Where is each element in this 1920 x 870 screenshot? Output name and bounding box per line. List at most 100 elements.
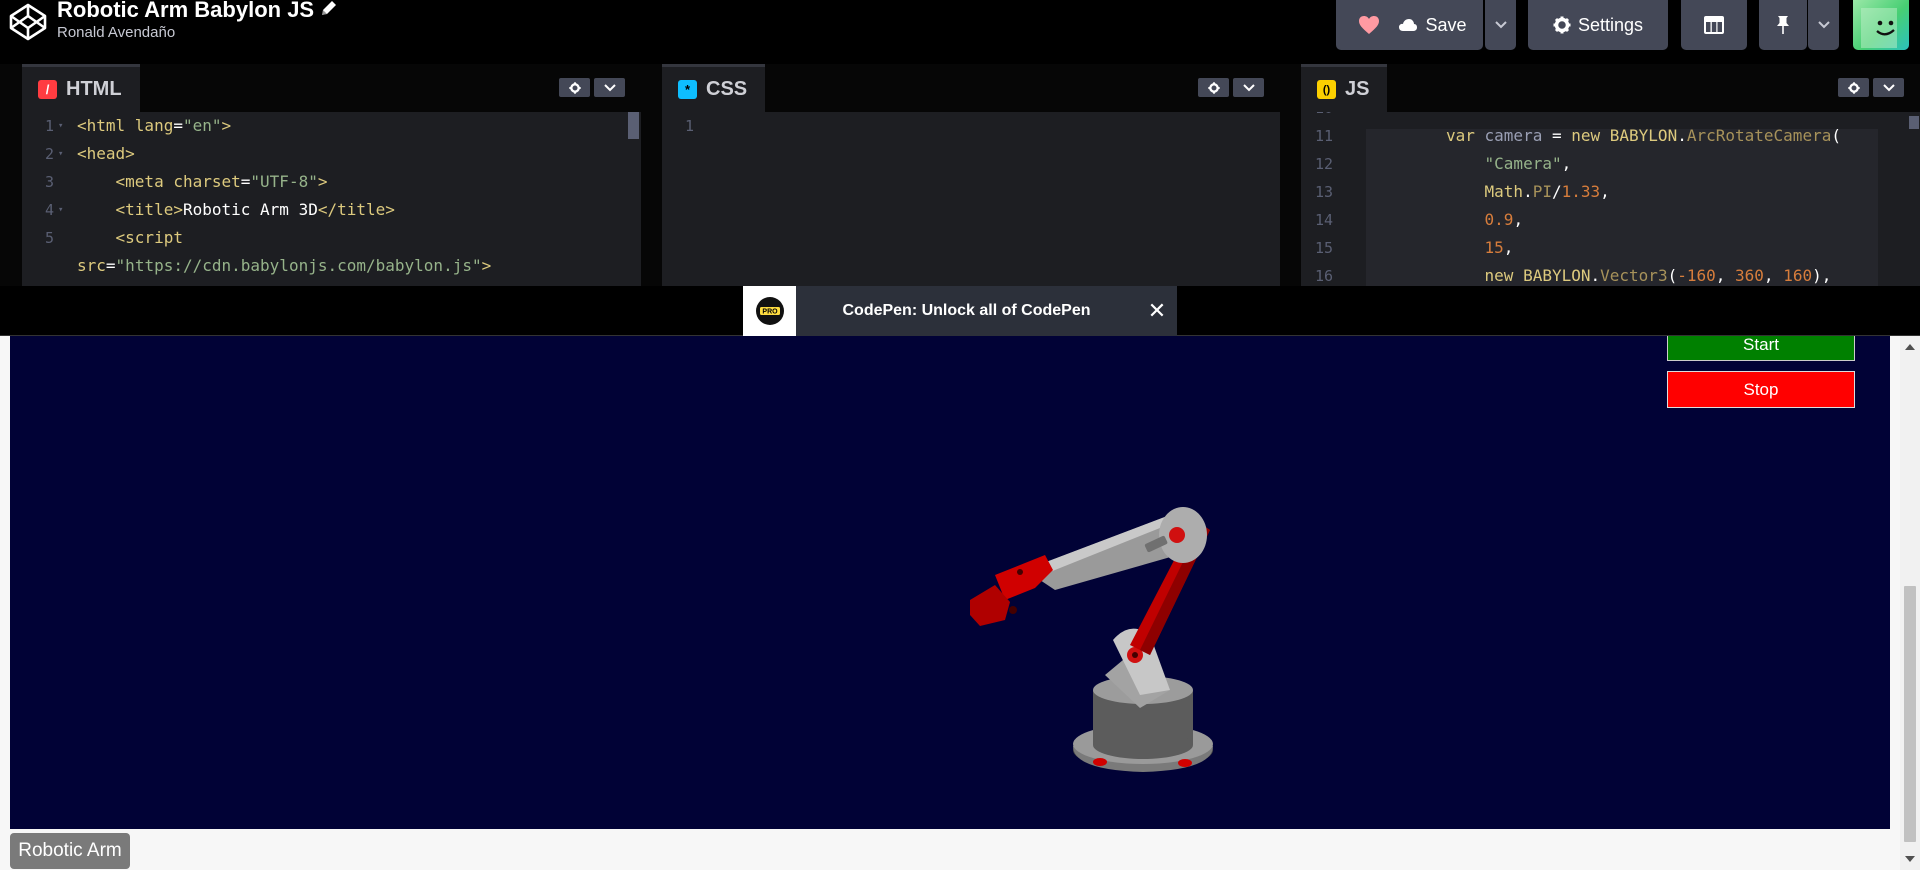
css-editor-controls bbox=[1198, 78, 1264, 97]
heart-icon bbox=[1359, 16, 1379, 34]
js-editor-controls bbox=[1838, 78, 1904, 97]
line-number: 11 bbox=[1314, 127, 1333, 145]
code-line[interactable]: 13 Math.PI/1.33, bbox=[1301, 178, 1920, 206]
code-text: <head> bbox=[77, 144, 135, 163]
pro-promo-banner[interactable]: PRO CodePen: Unlock all of CodePen ✕ bbox=[743, 286, 1177, 336]
line-number: 12 bbox=[1314, 155, 1333, 173]
save-options-dropdown[interactable] bbox=[1485, 0, 1516, 50]
code-text: Math.PI/1.33, bbox=[1484, 182, 1610, 201]
code-line[interactable]: 4 ▾ <title>Robotic Arm 3D</title> bbox=[22, 196, 641, 224]
pro-badge: PRO bbox=[743, 286, 796, 336]
result-scrollbar[interactable] bbox=[1900, 336, 1920, 870]
line-number: 16 bbox=[1314, 267, 1333, 285]
save-button-label: Save bbox=[1425, 14, 1467, 35]
line-number: 14 bbox=[1314, 211, 1333, 229]
pen-author[interactable]: Ronald Avendaño bbox=[57, 24, 338, 42]
code-text: <title>Robotic Arm 3D</title> bbox=[115, 200, 395, 219]
pin-icon bbox=[1777, 16, 1789, 34]
editors-panel: / HTML 1 ▾ <html lang="en"> 2 ▾ <head> 3 <meta… bbox=[0, 64, 1920, 286]
css-code-area[interactable]: 1 bbox=[662, 112, 1280, 286]
html-scrollbar-thumb[interactable] bbox=[628, 112, 639, 139]
pen-title[interactable]: Robotic Arm Babylon JS bbox=[57, 0, 314, 24]
code-line[interactable]: 1 bbox=[662, 112, 1280, 140]
css-collapse-button[interactable] bbox=[1233, 78, 1264, 97]
robotic-arm-model bbox=[970, 507, 1213, 772]
gear-icon bbox=[1207, 81, 1220, 94]
header: Robotic Arm Babylon JS Ronald Avendaño S… bbox=[0, 0, 1920, 64]
avatar-face-icon bbox=[1861, 8, 1897, 48]
tab-css[interactable]: * CSS bbox=[662, 64, 766, 112]
html-code-area[interactable]: 1 ▾ <html lang="en"> 2 ▾ <head> 3 <meta charse… bbox=[22, 112, 641, 286]
css-editor[interactable]: * CSS 1 bbox=[662, 64, 1280, 286]
code-line[interactable]: 1 ▾ <html lang="en"> bbox=[22, 112, 641, 140]
code-text: 0.9, bbox=[1484, 210, 1524, 229]
scrollbar-thumb[interactable] bbox=[1904, 586, 1916, 842]
pro-badge-text: PRO bbox=[762, 309, 778, 316]
code-text: 15, bbox=[1484, 238, 1514, 257]
js-collapse-button[interactable] bbox=[1873, 78, 1904, 97]
start-button[interactable]: Start bbox=[1667, 336, 1855, 361]
code-line[interactable]: 10 bbox=[1301, 112, 1920, 122]
pen-title-block: Robotic Arm Babylon JS Ronald Avendaño bbox=[57, 0, 338, 42]
fold-arrow-icon[interactable]: ▾ bbox=[58, 112, 63, 140]
code-text: var camera = new BABYLON.ArcRotateCamera… bbox=[1446, 126, 1841, 145]
css-badge-icon: * bbox=[678, 80, 697, 99]
js-code-area[interactable]: 10 11 var camera = new BABYLON.ArcRotateCa… bbox=[1301, 112, 1920, 286]
code-text: src="https://cdn.babylonjs.com/babylon.j… bbox=[77, 256, 492, 275]
html-editor[interactable]: / HTML 1 ▾ <html lang="en"> 2 ▾ <head> 3 <meta… bbox=[22, 64, 641, 286]
babylon-render-canvas[interactable]: Start Stop bbox=[10, 336, 1890, 829]
line-number: 2 bbox=[44, 145, 54, 163]
gear-icon bbox=[1553, 16, 1571, 34]
user-avatar[interactable] bbox=[1853, 0, 1909, 50]
html-collapse-button[interactable] bbox=[594, 78, 625, 97]
robotic-arm-label-button[interactable]: Robotic Arm bbox=[10, 833, 130, 869]
code-line[interactable]: 15 15, bbox=[1301, 234, 1920, 262]
code-line[interactable]: 3 <meta charset="UTF-8"> bbox=[22, 168, 641, 196]
css-settings-button[interactable] bbox=[1198, 78, 1229, 97]
settings-button[interactable]: Settings bbox=[1528, 0, 1668, 50]
gear-icon bbox=[568, 81, 581, 94]
code-text: new BABYLON.Vector3(-160, 360, 160), bbox=[1484, 266, 1832, 285]
change-view-button[interactable] bbox=[1681, 0, 1747, 50]
code-line[interactable]: 11 var camera = new BABYLON.ArcRotateCame… bbox=[1301, 122, 1920, 150]
settings-button-label: Settings bbox=[1577, 14, 1644, 35]
tab-js[interactable]: () JS bbox=[1301, 64, 1388, 112]
html-settings-button[interactable] bbox=[559, 78, 590, 97]
code-line[interactable]: 2 ▾ <head> bbox=[22, 140, 641, 168]
pencil-edit-icon[interactable] bbox=[320, 0, 338, 22]
tab-html[interactable]: / HTML bbox=[22, 64, 140, 112]
js-scrollbar-thumb[interactable] bbox=[1909, 116, 1919, 129]
layout-grid-icon bbox=[1704, 16, 1724, 34]
chevron-down-icon bbox=[1494, 21, 1507, 29]
code-line[interactable]: src="https://cdn.babylonjs.com/babylon.j… bbox=[22, 252, 641, 280]
promo-close-icon[interactable]: ✕ bbox=[1137, 298, 1177, 324]
result-preview: Start Stop Robotic Arm bbox=[0, 336, 1920, 870]
code-text: <script bbox=[115, 228, 183, 247]
html-editor-controls bbox=[559, 78, 625, 97]
chevron-down-icon bbox=[1817, 21, 1830, 29]
gear-icon bbox=[1847, 81, 1860, 94]
scroll-up-arrow-icon[interactable] bbox=[1905, 344, 1915, 350]
tab-css-label: CSS bbox=[706, 78, 748, 100]
pin-button[interactable] bbox=[1759, 0, 1807, 50]
codepen-logo-icon[interactable] bbox=[8, 2, 48, 42]
scroll-down-arrow-icon[interactable] bbox=[1905, 856, 1915, 862]
fold-arrow-icon[interactable]: ▾ bbox=[58, 140, 63, 168]
js-settings-button[interactable] bbox=[1838, 78, 1869, 97]
chevron-down-icon bbox=[603, 83, 616, 91]
fold-arrow-icon[interactable]: ▾ bbox=[58, 196, 63, 224]
line-number: 1 bbox=[684, 117, 694, 135]
save-button[interactable]: Save bbox=[1382, 0, 1483, 50]
code-line[interactable]: 5 <script bbox=[22, 224, 641, 252]
code-line[interactable]: 16 new BABYLON.Vector3(-160, 360, 160), bbox=[1301, 262, 1920, 286]
code-line[interactable]: 12 "Camera", bbox=[1301, 150, 1920, 178]
promo-text[interactable]: CodePen: Unlock all of CodePen bbox=[796, 302, 1137, 320]
line-number: 10 bbox=[1301, 112, 1333, 122]
pin-options-dropdown[interactable] bbox=[1808, 0, 1839, 50]
js-editor-tabbar bbox=[1301, 64, 1920, 112]
code-line[interactable]: 14 0.9, bbox=[1301, 206, 1920, 234]
js-editor[interactable]: () JS 10 11 var camera = new BABYLON.ArcRo… bbox=[1301, 64, 1920, 286]
tab-html-label: HTML bbox=[66, 78, 122, 100]
chevron-down-icon bbox=[1242, 83, 1255, 91]
stop-button[interactable]: Stop bbox=[1667, 371, 1855, 408]
